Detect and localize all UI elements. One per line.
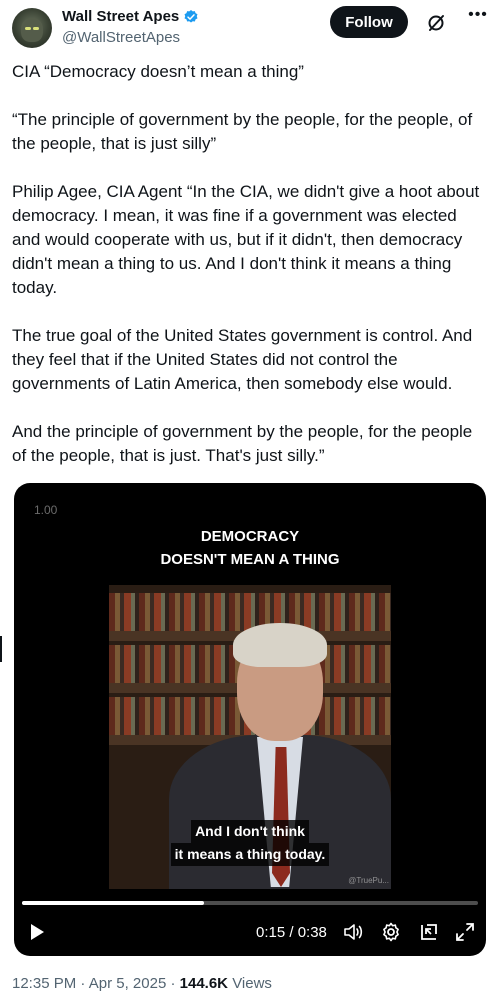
- avatar-eye-left: [25, 27, 31, 30]
- avatar-eye-right: [33, 27, 39, 30]
- subtitle-line-1: And I don't think: [191, 820, 309, 843]
- verified-badge-icon: [184, 9, 198, 23]
- tweet-paragraph-2: “The principle of government by the peop…: [12, 110, 477, 153]
- video-time: 0:15 / 0:38: [256, 924, 327, 941]
- fullscreen-icon[interactable]: [454, 921, 476, 943]
- settings-gear-icon[interactable]: [380, 921, 402, 943]
- bookshelf-row: [109, 593, 391, 631]
- tweet-header: Wall Street Apes @WallStreetApes Follow …: [12, 6, 490, 50]
- follow-button[interactable]: Follow: [330, 6, 408, 38]
- separator-dot: ·: [170, 975, 176, 992]
- author-name-row: Wall Street Apes: [62, 8, 199, 25]
- separator-dot: ·: [80, 975, 86, 992]
- video-subtitle: And I don't think it means a thing today…: [109, 820, 391, 866]
- tweet-paragraph-1: CIA “Democracy doesn’t mean a thing”: [12, 62, 304, 81]
- more-dots-icon[interactable]: •••: [468, 7, 488, 28]
- grok-slash-icon[interactable]: [426, 13, 446, 33]
- speaker-hair: [233, 623, 327, 667]
- video-player[interactable]: 1.00 DEMOCRACY DOESN'T MEAN A THING And …: [14, 483, 486, 956]
- subtitle-line-2: it means a thing today.: [170, 843, 330, 866]
- author-name[interactable]: Wall Street Apes: [62, 8, 179, 25]
- views-label: Views: [232, 975, 272, 992]
- avatar-face: [21, 18, 43, 42]
- video-progress-fill: [22, 901, 205, 905]
- video-title-line-2: DOESN'T MEAN A THING: [160, 551, 340, 568]
- tweet-paragraph-5: And the principle of government by the p…: [12, 422, 477, 465]
- video-frame[interactable]: And I don't think it means a thing today…: [109, 585, 391, 889]
- video-watermark: @TruePu...: [348, 876, 389, 885]
- video-controls: 0:15 / 0:38: [14, 915, 486, 951]
- video-title: DEMOCRACY DOESN'T MEAN A THING: [14, 525, 486, 571]
- tweet-paragraph-3: Philip Agee, CIA Agent “In the CIA, we d…: [12, 182, 485, 297]
- tweet-date[interactable]: Apr 5, 2025: [89, 975, 167, 992]
- views-count: 144.6K: [179, 975, 229, 992]
- video-title-line-1: DEMOCRACY: [200, 528, 300, 545]
- play-icon[interactable]: [26, 921, 48, 943]
- edge-marker: [0, 636, 2, 662]
- author-handle[interactable]: @WallStreetApes: [62, 29, 180, 46]
- tweet-meta: 12:35 PM · Apr 5, 2025 · 144.6K Views: [12, 975, 272, 992]
- picture-in-picture-icon[interactable]: [418, 921, 440, 943]
- avatar[interactable]: [12, 8, 52, 48]
- playback-rate: 1.00: [34, 503, 58, 517]
- tweet-paragraph-4: The true goal of the United States gover…: [12, 326, 477, 393]
- tweet-text: CIA “Democracy doesn’t mean a thing” “Th…: [12, 60, 488, 492]
- video-progress-bar[interactable]: [22, 901, 478, 905]
- volume-icon[interactable]: [342, 921, 364, 943]
- tweet-time[interactable]: 12:35 PM: [12, 975, 76, 992]
